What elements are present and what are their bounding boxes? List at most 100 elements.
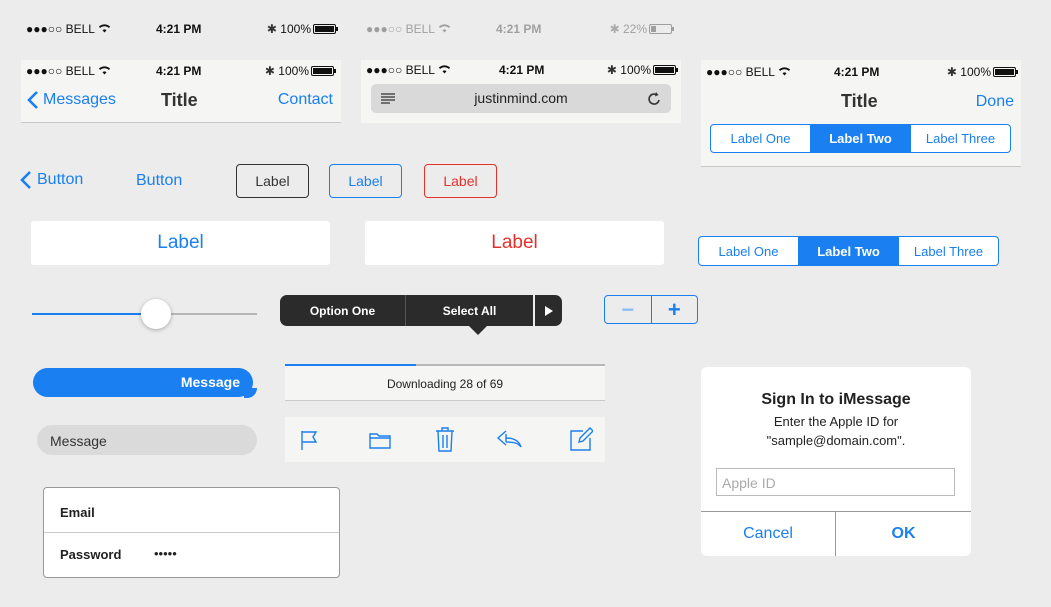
- flag-icon[interactable]: [298, 427, 322, 453]
- back-button[interactable]: Button: [20, 170, 83, 190]
- clock: 4:21 PM: [496, 22, 542, 36]
- carrier-label: ●●●○○ BELL: [26, 22, 95, 36]
- carrier-label: ●●●○○ BELL: [366, 22, 435, 36]
- back-label: Messages: [43, 91, 116, 108]
- status-bar-faded: ●●●○○ BELL 4:21 PM ✱ 22%: [366, 22, 674, 38]
- label-button-blue[interactable]: Label: [329, 164, 402, 198]
- done-button[interactable]: Done: [976, 93, 1014, 111]
- reply-icon[interactable]: [495, 427, 523, 451]
- bluetooth-icon: ✱: [946, 65, 957, 79]
- stepper-minus-button[interactable]: −: [605, 296, 652, 323]
- bubble-tail: [244, 388, 257, 398]
- url-field[interactable]: justinmind.com: [371, 84, 671, 113]
- email-row[interactable]: Email: [44, 488, 339, 533]
- clock: 4:21 PM: [834, 65, 880, 79]
- alert-message-line2: "sample@domain.com".: [766, 433, 906, 448]
- segment-label-three[interactable]: Label Three: [911, 125, 1010, 152]
- url-text: justinmind.com: [474, 90, 568, 106]
- progress-track: [285, 364, 605, 366]
- alert-ok-button[interactable]: OK: [836, 512, 971, 556]
- status-bar: ●●●○○ BELL 4:21 PM ✱ 100%: [366, 63, 678, 79]
- password-label: Password: [60, 547, 122, 562]
- wifi-icon: [438, 23, 451, 36]
- apple-id-placeholder: Apple ID: [722, 475, 776, 491]
- nav-title: Title: [841, 91, 878, 111]
- battery-icon: [653, 65, 678, 75]
- toolbar: [285, 417, 605, 462]
- clock: 4:21 PM: [156, 64, 202, 78]
- edit-menu: Option One Select All: [280, 295, 562, 335]
- progress-view: Downloading 28 of 69: [285, 364, 605, 401]
- menu-next-arrow[interactable]: [535, 295, 562, 326]
- battery-percent: 100%: [620, 63, 651, 77]
- compose-icon[interactable]: [568, 425, 594, 453]
- clock: 4:21 PM: [156, 22, 202, 36]
- menu-pointer: [469, 326, 487, 335]
- wifi-icon: [98, 65, 111, 78]
- progress-fill: [285, 364, 417, 366]
- status-bar: ●●●○○ BELL 4:21 PM ✱ 100%: [26, 22, 338, 38]
- back-button-messages[interactable]: Messages: [27, 90, 116, 110]
- trash-icon[interactable]: [433, 425, 457, 453]
- status-bar: ●●●○○ BELL 4:21 PM ✱ 100%: [706, 65, 1018, 81]
- wide-button-blue[interactable]: Label: [31, 221, 330, 265]
- battery-icon: [649, 24, 674, 34]
- carrier-label: ●●●○○ BELL: [706, 65, 775, 79]
- label-button-dark[interactable]: Label: [236, 164, 309, 198]
- battery-icon: [993, 67, 1018, 77]
- nav-title: Title: [161, 90, 198, 110]
- login-form: Email Password •••••: [43, 487, 340, 578]
- segment-label-one[interactable]: Label One: [699, 237, 799, 265]
- battery-percent: 22%: [622, 22, 647, 36]
- segment-label-three[interactable]: Label Three: [899, 237, 998, 265]
- message-bubble-text: Message: [180, 374, 240, 390]
- progress-label: Downloading 28 of 69: [386, 377, 504, 391]
- password-row[interactable]: Password •••••: [44, 533, 339, 578]
- folder-icon[interactable]: [367, 427, 393, 453]
- segment-label-one[interactable]: Label One: [711, 125, 811, 152]
- segment-label-two[interactable]: Label Two: [811, 125, 911, 152]
- bluetooth-icon: ✱: [606, 63, 617, 77]
- clock: 4:21 PM: [499, 63, 545, 77]
- wide-button-red[interactable]: Label: [365, 221, 664, 265]
- carrier-label: ●●●○○ BELL: [366, 63, 435, 77]
- slider-track-empty: [156, 313, 257, 315]
- minus-icon: −: [621, 296, 635, 322]
- message-input[interactable]: Message: [37, 425, 257, 455]
- battery-icon: [311, 66, 336, 76]
- bluetooth-icon: ✱: [266, 22, 277, 36]
- segmented-control-nav: Label One Label Two Label Three: [710, 124, 1011, 153]
- slider-thumb[interactable]: [141, 299, 171, 329]
- navigation-bar-segmented: ●●●○○ BELL 4:21 PM ✱ 100% Title Done Lab…: [701, 60, 1021, 167]
- menu-option-one[interactable]: Option One: [280, 295, 406, 326]
- label-button-red[interactable]: Label: [424, 164, 497, 198]
- status-bar: ●●●○○ BELL 4:21 PM ✱ 100%: [26, 64, 336, 80]
- password-value: •••••: [154, 546, 177, 561]
- apple-id-input[interactable]: Apple ID: [716, 468, 955, 496]
- battery-percent: 100%: [280, 22, 311, 36]
- plus-icon: +: [667, 296, 681, 322]
- battery-percent: 100%: [960, 65, 991, 79]
- menu-select-all[interactable]: Select All: [406, 295, 533, 326]
- wifi-icon: [438, 64, 451, 77]
- alert-title: Sign In to iMessage: [761, 391, 911, 408]
- back-button-label: Button: [37, 171, 84, 188]
- wifi-icon: [98, 23, 111, 36]
- chevron-left-icon: [20, 171, 31, 189]
- navigation-bar-messages: ●●●○○ BELL 4:21 PM ✱ 100% Messages Title…: [21, 60, 341, 123]
- contact-button[interactable]: Contact: [278, 91, 333, 109]
- bluetooth-icon: ✱: [264, 64, 275, 78]
- message-input-placeholder: Message: [50, 433, 107, 449]
- safari-address-bar: ●●●○○ BELL 4:21 PM ✱ 100% justinmind.com: [361, 60, 681, 123]
- slider-track-filled: [32, 313, 156, 315]
- plain-button[interactable]: Button: [136, 172, 182, 190]
- alert-cancel-button[interactable]: Cancel: [701, 512, 836, 556]
- battery-percent: 100%: [278, 64, 309, 78]
- slider[interactable]: [32, 298, 257, 330]
- carrier-label: ●●●○○ BELL: [26, 64, 95, 78]
- reload-icon[interactable]: [647, 91, 661, 106]
- message-bubble-sent: Message: [33, 368, 253, 397]
- battery-icon: [313, 24, 338, 34]
- segment-label-two[interactable]: Label Two: [799, 237, 899, 265]
- stepper-plus-button[interactable]: +: [652, 296, 698, 323]
